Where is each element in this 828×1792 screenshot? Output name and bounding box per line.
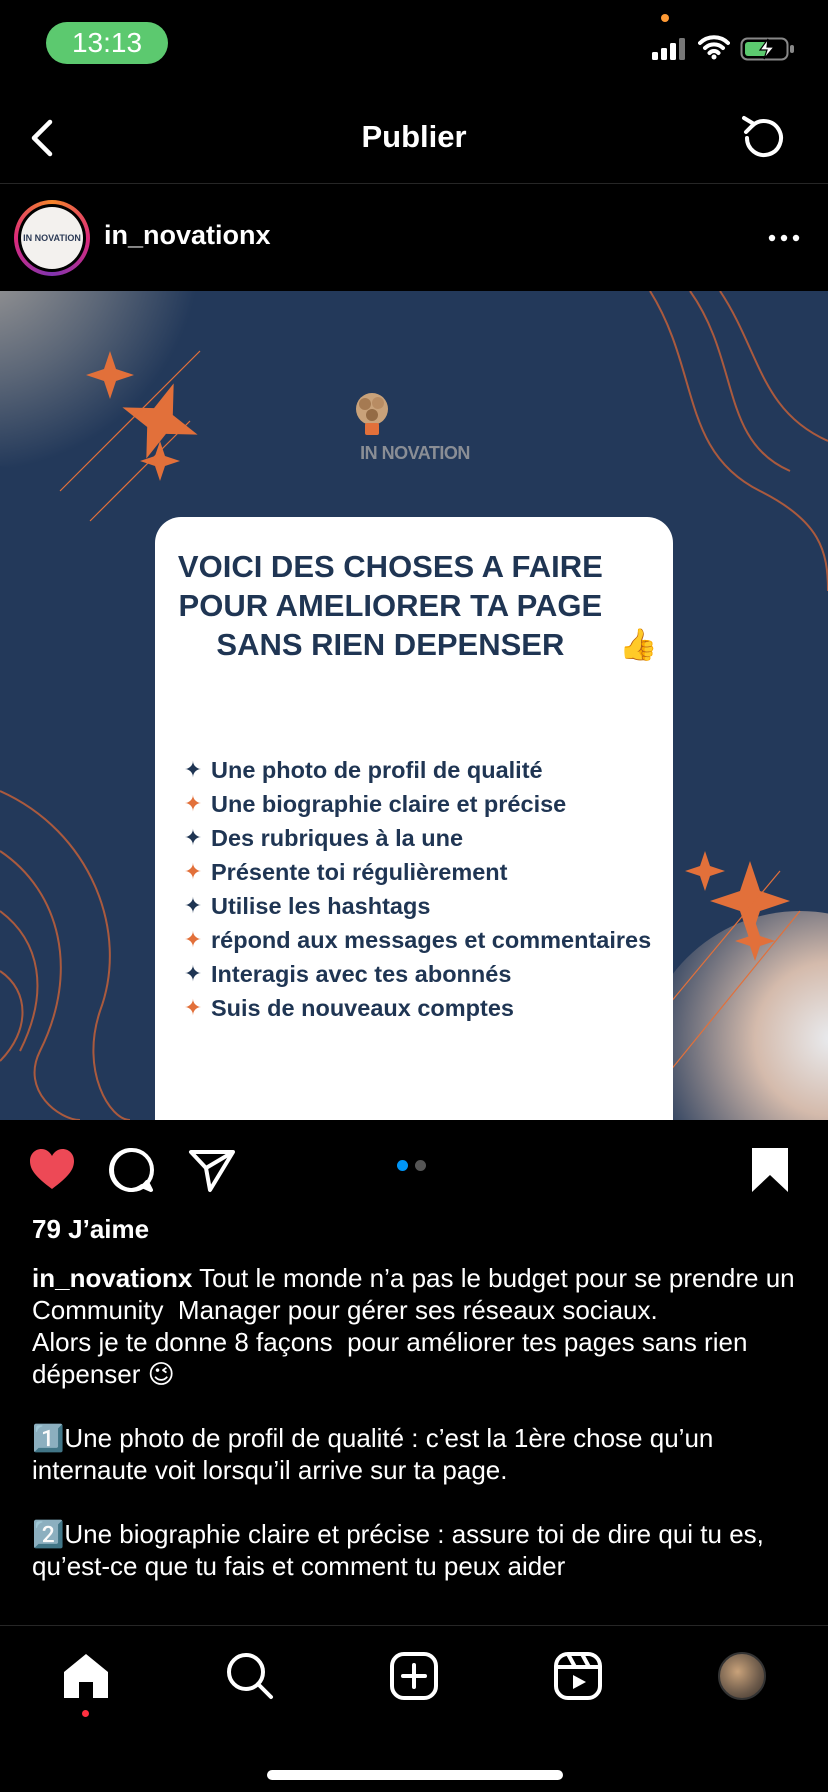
star-icon: ✦ bbox=[183, 825, 203, 850]
status-bar: 13:13 bbox=[0, 0, 828, 90]
list-item: ✦ Utilise les hashtags bbox=[175, 889, 665, 923]
bookmark-icon[interactable] bbox=[744, 1144, 796, 1196]
status-time: 13:13 bbox=[46, 22, 168, 64]
likes-count[interactable]: 79 J’aime bbox=[32, 1214, 149, 1245]
send-icon[interactable] bbox=[186, 1144, 238, 1196]
reels-icon[interactable] bbox=[552, 1650, 604, 1702]
caption-username[interactable]: in_novationx bbox=[32, 1263, 192, 1293]
add-icon[interactable] bbox=[388, 1650, 440, 1702]
star-icon: ✦ bbox=[183, 893, 203, 918]
list-item: ✦ Suis de nouveaux comptes bbox=[175, 991, 665, 1025]
star-icon: ✦ bbox=[183, 995, 203, 1020]
star-icon: ✦ bbox=[183, 927, 203, 952]
top-header: Publier bbox=[0, 90, 828, 184]
list-item: ✦ Présente toi régulièrement bbox=[175, 855, 665, 889]
list-item: ✦ Des rubriques à la une bbox=[175, 821, 665, 855]
heart-icon[interactable] bbox=[26, 1144, 78, 1196]
avatar-logo: IN NOVATION bbox=[21, 207, 83, 269]
brand-logo-text: IN NOVATION bbox=[360, 443, 470, 463]
post-caption: in_novationx Tout le monde n’a pas le bu… bbox=[32, 1262, 800, 1622]
star-icon: ✦ bbox=[183, 859, 203, 884]
page-title: Publier bbox=[361, 119, 467, 154]
post-header: IN NOVATION in_novationx bbox=[0, 184, 828, 290]
battery-icon bbox=[740, 37, 794, 61]
post-image[interactable]: IN NOVATION VOICI DES CHOSES A FAIRE POU… bbox=[0, 291, 828, 1120]
bottom-navigation bbox=[0, 1625, 828, 1792]
thumbs-up-emoji: 👍 bbox=[619, 627, 658, 662]
carousel-dot-active bbox=[397, 1160, 408, 1171]
wifi-icon bbox=[698, 35, 730, 60]
post-username[interactable]: in_novationx bbox=[104, 220, 271, 251]
home-indicator bbox=[267, 1770, 563, 1780]
user-avatar[interactable]: IN NOVATION bbox=[14, 200, 90, 276]
refresh-button[interactable] bbox=[736, 112, 788, 164]
list-item: ✦ Une photo de profil de qualité bbox=[175, 753, 665, 787]
home-notification-dot bbox=[82, 1710, 89, 1717]
list-item: ✦ Une biographie claire et précise bbox=[175, 787, 665, 821]
carousel-indicator bbox=[397, 1160, 426, 1171]
signal-icon bbox=[652, 38, 685, 60]
carousel-dot bbox=[415, 1160, 426, 1171]
profile-avatar[interactable] bbox=[718, 1652, 766, 1700]
search-icon[interactable] bbox=[224, 1650, 276, 1702]
tips-list: ✦ Une photo de profil de qualité ✦ Une bio… bbox=[175, 753, 665, 1025]
list-item: ✦ Interagis avec tes abonnés bbox=[175, 957, 665, 991]
comment-icon[interactable] bbox=[106, 1144, 158, 1196]
star-icon: ✦ bbox=[183, 961, 203, 986]
back-button[interactable] bbox=[22, 116, 62, 160]
privacy-indicator bbox=[661, 14, 669, 22]
post-actions bbox=[0, 1120, 828, 1218]
more-options-icon[interactable] bbox=[766, 220, 802, 256]
star-icon: ✦ bbox=[183, 757, 203, 782]
card-title: VOICI DES CHOSES A FAIRE POUR AMELIORER … bbox=[155, 547, 673, 664]
star-icon: ✦ bbox=[183, 791, 203, 816]
tips-card: VOICI DES CHOSES A FAIRE POUR AMELIORER … bbox=[155, 517, 673, 1120]
caption-text: Tout le monde n’a pas le budget pour se … bbox=[32, 1263, 795, 1581]
list-item: ✦ répond aux messages et commentaires bbox=[175, 923, 665, 957]
card-title-text: VOICI DES CHOSES A FAIRE POUR AMELIORER … bbox=[177, 549, 603, 662]
home-icon[interactable] bbox=[60, 1650, 112, 1702]
brand-logo: IN NOVATION bbox=[345, 399, 485, 469]
